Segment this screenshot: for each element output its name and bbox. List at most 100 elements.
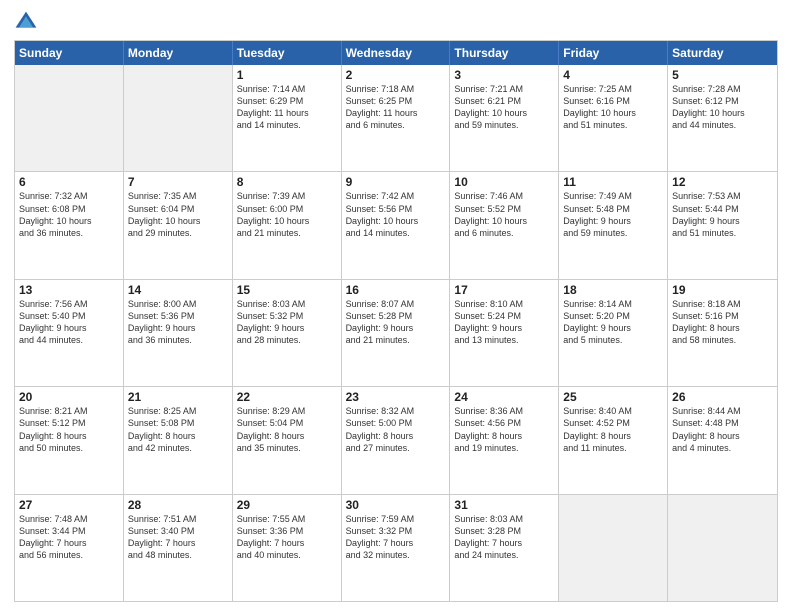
day-cell: 9Sunrise: 7:42 AM Sunset: 5:56 PM Daylig… xyxy=(342,172,451,278)
day-number: 9 xyxy=(346,175,446,189)
day-cell: 13Sunrise: 7:56 AM Sunset: 5:40 PM Dayli… xyxy=(15,280,124,386)
day-number: 18 xyxy=(563,283,663,297)
header-day: Tuesday xyxy=(233,41,342,65)
day-cell: 29Sunrise: 7:55 AM Sunset: 3:36 PM Dayli… xyxy=(233,495,342,601)
day-number: 10 xyxy=(454,175,554,189)
day-number: 29 xyxy=(237,498,337,512)
day-details: Sunrise: 8:32 AM Sunset: 5:00 PM Dayligh… xyxy=(346,405,446,454)
day-details: Sunrise: 8:14 AM Sunset: 5:20 PM Dayligh… xyxy=(563,298,663,347)
day-number: 22 xyxy=(237,390,337,404)
day-number: 17 xyxy=(454,283,554,297)
day-details: Sunrise: 7:49 AM Sunset: 5:48 PM Dayligh… xyxy=(563,190,663,239)
day-number: 3 xyxy=(454,68,554,82)
header-day: Saturday xyxy=(668,41,777,65)
calendar-row: 20Sunrise: 8:21 AM Sunset: 5:12 PM Dayli… xyxy=(15,386,777,493)
day-details: Sunrise: 7:39 AM Sunset: 6:00 PM Dayligh… xyxy=(237,190,337,239)
day-number: 19 xyxy=(672,283,773,297)
day-cell: 20Sunrise: 8:21 AM Sunset: 5:12 PM Dayli… xyxy=(15,387,124,493)
calendar-row: 13Sunrise: 7:56 AM Sunset: 5:40 PM Dayli… xyxy=(15,279,777,386)
day-details: Sunrise: 8:36 AM Sunset: 4:56 PM Dayligh… xyxy=(454,405,554,454)
logo-icon xyxy=(14,10,38,34)
calendar-header: SundayMondayTuesdayWednesdayThursdayFrid… xyxy=(15,41,777,65)
day-cell: 14Sunrise: 8:00 AM Sunset: 5:36 PM Dayli… xyxy=(124,280,233,386)
day-cell: 23Sunrise: 8:32 AM Sunset: 5:00 PM Dayli… xyxy=(342,387,451,493)
day-cell: 25Sunrise: 8:40 AM Sunset: 4:52 PM Dayli… xyxy=(559,387,668,493)
day-number: 23 xyxy=(346,390,446,404)
empty-cell xyxy=(559,495,668,601)
day-cell: 1Sunrise: 7:14 AM Sunset: 6:29 PM Daylig… xyxy=(233,65,342,171)
empty-cell xyxy=(15,65,124,171)
day-cell: 28Sunrise: 7:51 AM Sunset: 3:40 PM Dayli… xyxy=(124,495,233,601)
day-number: 14 xyxy=(128,283,228,297)
header-day: Friday xyxy=(559,41,668,65)
day-details: Sunrise: 7:56 AM Sunset: 5:40 PM Dayligh… xyxy=(19,298,119,347)
day-number: 24 xyxy=(454,390,554,404)
day-cell: 30Sunrise: 7:59 AM Sunset: 3:32 PM Dayli… xyxy=(342,495,451,601)
day-details: Sunrise: 8:44 AM Sunset: 4:48 PM Dayligh… xyxy=(672,405,773,454)
day-number: 13 xyxy=(19,283,119,297)
calendar-row: 6Sunrise: 7:32 AM Sunset: 6:08 PM Daylig… xyxy=(15,171,777,278)
empty-cell xyxy=(668,495,777,601)
day-cell: 7Sunrise: 7:35 AM Sunset: 6:04 PM Daylig… xyxy=(124,172,233,278)
day-details: Sunrise: 7:46 AM Sunset: 5:52 PM Dayligh… xyxy=(454,190,554,239)
day-cell: 5Sunrise: 7:28 AM Sunset: 6:12 PM Daylig… xyxy=(668,65,777,171)
day-number: 4 xyxy=(563,68,663,82)
day-number: 21 xyxy=(128,390,228,404)
header xyxy=(14,10,778,34)
header-day: Monday xyxy=(124,41,233,65)
empty-cell xyxy=(124,65,233,171)
day-number: 31 xyxy=(454,498,554,512)
day-details: Sunrise: 7:35 AM Sunset: 6:04 PM Dayligh… xyxy=(128,190,228,239)
day-cell: 21Sunrise: 8:25 AM Sunset: 5:08 PM Dayli… xyxy=(124,387,233,493)
day-details: Sunrise: 7:32 AM Sunset: 6:08 PM Dayligh… xyxy=(19,190,119,239)
day-details: Sunrise: 7:48 AM Sunset: 3:44 PM Dayligh… xyxy=(19,513,119,562)
day-details: Sunrise: 7:28 AM Sunset: 6:12 PM Dayligh… xyxy=(672,83,773,132)
day-number: 6 xyxy=(19,175,119,189)
day-details: Sunrise: 7:42 AM Sunset: 5:56 PM Dayligh… xyxy=(346,190,446,239)
day-cell: 10Sunrise: 7:46 AM Sunset: 5:52 PM Dayli… xyxy=(450,172,559,278)
day-cell: 17Sunrise: 8:10 AM Sunset: 5:24 PM Dayli… xyxy=(450,280,559,386)
calendar-row: 27Sunrise: 7:48 AM Sunset: 3:44 PM Dayli… xyxy=(15,494,777,601)
day-number: 2 xyxy=(346,68,446,82)
day-cell: 12Sunrise: 7:53 AM Sunset: 5:44 PM Dayli… xyxy=(668,172,777,278)
day-number: 1 xyxy=(237,68,337,82)
day-cell: 4Sunrise: 7:25 AM Sunset: 6:16 PM Daylig… xyxy=(559,65,668,171)
day-number: 28 xyxy=(128,498,228,512)
day-cell: 2Sunrise: 7:18 AM Sunset: 6:25 PM Daylig… xyxy=(342,65,451,171)
header-day: Thursday xyxy=(450,41,559,65)
day-cell: 11Sunrise: 7:49 AM Sunset: 5:48 PM Dayli… xyxy=(559,172,668,278)
day-cell: 22Sunrise: 8:29 AM Sunset: 5:04 PM Dayli… xyxy=(233,387,342,493)
day-details: Sunrise: 8:21 AM Sunset: 5:12 PM Dayligh… xyxy=(19,405,119,454)
day-cell: 16Sunrise: 8:07 AM Sunset: 5:28 PM Dayli… xyxy=(342,280,451,386)
day-cell: 27Sunrise: 7:48 AM Sunset: 3:44 PM Dayli… xyxy=(15,495,124,601)
day-details: Sunrise: 7:25 AM Sunset: 6:16 PM Dayligh… xyxy=(563,83,663,132)
day-details: Sunrise: 7:53 AM Sunset: 5:44 PM Dayligh… xyxy=(672,190,773,239)
header-day: Wednesday xyxy=(342,41,451,65)
day-details: Sunrise: 8:00 AM Sunset: 5:36 PM Dayligh… xyxy=(128,298,228,347)
day-number: 15 xyxy=(237,283,337,297)
day-details: Sunrise: 7:14 AM Sunset: 6:29 PM Dayligh… xyxy=(237,83,337,132)
day-details: Sunrise: 7:21 AM Sunset: 6:21 PM Dayligh… xyxy=(454,83,554,132)
day-number: 16 xyxy=(346,283,446,297)
day-details: Sunrise: 8:18 AM Sunset: 5:16 PM Dayligh… xyxy=(672,298,773,347)
day-cell: 18Sunrise: 8:14 AM Sunset: 5:20 PM Dayli… xyxy=(559,280,668,386)
day-number: 12 xyxy=(672,175,773,189)
calendar: SundayMondayTuesdayWednesdayThursdayFrid… xyxy=(14,40,778,602)
day-details: Sunrise: 7:55 AM Sunset: 3:36 PM Dayligh… xyxy=(237,513,337,562)
day-details: Sunrise: 8:29 AM Sunset: 5:04 PM Dayligh… xyxy=(237,405,337,454)
day-cell: 6Sunrise: 7:32 AM Sunset: 6:08 PM Daylig… xyxy=(15,172,124,278)
day-details: Sunrise: 8:07 AM Sunset: 5:28 PM Dayligh… xyxy=(346,298,446,347)
day-cell: 3Sunrise: 7:21 AM Sunset: 6:21 PM Daylig… xyxy=(450,65,559,171)
day-number: 11 xyxy=(563,175,663,189)
day-cell: 26Sunrise: 8:44 AM Sunset: 4:48 PM Dayli… xyxy=(668,387,777,493)
header-day: Sunday xyxy=(15,41,124,65)
day-number: 7 xyxy=(128,175,228,189)
calendar-body: 1Sunrise: 7:14 AM Sunset: 6:29 PM Daylig… xyxy=(15,65,777,601)
day-details: Sunrise: 8:03 AM Sunset: 5:32 PM Dayligh… xyxy=(237,298,337,347)
day-details: Sunrise: 8:10 AM Sunset: 5:24 PM Dayligh… xyxy=(454,298,554,347)
day-number: 30 xyxy=(346,498,446,512)
day-details: Sunrise: 7:18 AM Sunset: 6:25 PM Dayligh… xyxy=(346,83,446,132)
day-details: Sunrise: 7:59 AM Sunset: 3:32 PM Dayligh… xyxy=(346,513,446,562)
day-number: 25 xyxy=(563,390,663,404)
day-cell: 19Sunrise: 8:18 AM Sunset: 5:16 PM Dayli… xyxy=(668,280,777,386)
